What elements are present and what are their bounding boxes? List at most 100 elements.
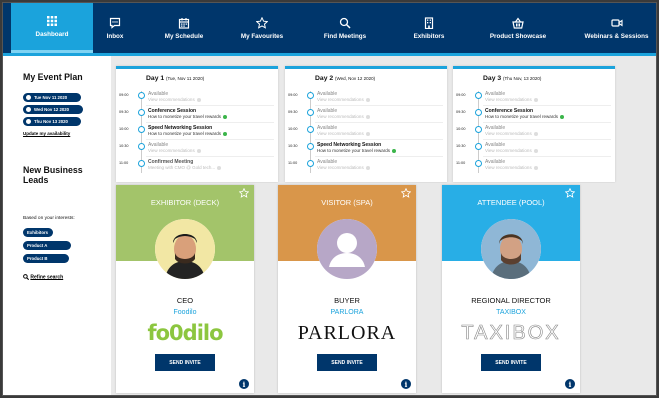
slot-subtitle[interactable]: View recommendations	[485, 131, 538, 136]
slot-subtitle[interactable]: View recommendations	[317, 131, 370, 136]
time-slot[interactable]: 10:00 Available View recommendations	[285, 125, 447, 141]
lead-type: VISITOR (SPA)	[321, 198, 373, 207]
tag-product-b[interactable]: Product B	[23, 254, 69, 263]
lead-company[interactable]: Foodilo	[116, 309, 254, 316]
send-invite-button[interactable]: SEND INVITE	[317, 354, 377, 371]
timeline-node	[307, 160, 314, 167]
nav-item-product-showcase[interactable]: Product Showcase	[461, 3, 575, 53]
nav-item-dashboard[interactable]: Dashboard	[11, 3, 93, 53]
time-slot[interactable]: 09:30 Conference Session How to monetize y…	[116, 108, 278, 124]
send-invite-button[interactable]: SEND INVITE	[155, 354, 215, 371]
time-slot[interactable]: 09:00 Available View recommendations	[453, 91, 615, 107]
lead-company[interactable]: PARLORA	[278, 309, 416, 316]
nav-item-label: Product Showcase	[489, 32, 547, 40]
favourite-star-icon[interactable]	[239, 188, 249, 198]
slot-subtitle[interactable]: View recommendations	[148, 148, 201, 153]
slot-subtitle[interactable]: View recommendations	[485, 148, 538, 153]
date-pill-wed[interactable]: Wed Nov 12 2020	[23, 105, 83, 114]
timeline-node	[475, 160, 482, 167]
slot-time: 10:30	[288, 144, 298, 148]
slot-subtitle[interactable]: View recommendations	[317, 97, 370, 102]
send-invite-button[interactable]: SEND INVITE	[481, 354, 541, 371]
time-slot[interactable]: 10:00 Available View recommendations	[453, 125, 615, 141]
nav-item-my-schedule[interactable]: My Schedule	[137, 3, 231, 53]
slot-divider	[483, 122, 611, 123]
avatar	[481, 219, 541, 279]
slot-time: 10:30	[119, 144, 129, 148]
time-slot[interactable]: 09:30 Available View recommendations	[285, 108, 447, 124]
slot-subtitle[interactable]: View recommendations	[148, 97, 201, 102]
time-slot[interactable]: 09:30 Conference Session How to monetize y…	[453, 108, 615, 124]
day-date: (Thu Nov, 13 2020)	[502, 76, 542, 81]
chat-icon	[109, 17, 121, 29]
slot-subtitle[interactable]: View recommendations	[317, 165, 370, 170]
arrow-circle-icon	[533, 131, 538, 136]
slot-subtitle: How to monetize your travel rewards	[485, 114, 565, 119]
tag-product-a[interactable]: Product A	[23, 241, 71, 250]
slot-time: 09:00	[288, 93, 298, 97]
time-slot[interactable]: 11:00 Confirmed Meeting Meeting with CMO @…	[116, 159, 278, 175]
grid-icon	[46, 15, 58, 27]
day-label: Day 3	[483, 75, 502, 82]
search-icon	[23, 274, 30, 281]
tag-exhibitors[interactable]: Exhibitors	[23, 228, 53, 237]
timeline-node	[307, 143, 314, 150]
slot-time: 10:00	[119, 127, 129, 131]
arrow-circle-icon	[533, 165, 538, 170]
time-slot[interactable]: 11:00 Available View recommendations	[453, 159, 615, 175]
info-icon[interactable]: i	[239, 379, 249, 389]
update-availability-link[interactable]: Update my availability	[23, 131, 70, 136]
company-logo: PARLORA	[297, 321, 397, 344]
slot-subtitle: How to monetize your travel rewards	[148, 131, 228, 136]
favourite-star-icon[interactable]	[565, 188, 575, 198]
slot-time: 09:00	[456, 93, 466, 97]
nav-item-webinars-sessions[interactable]: Webinars & Sessions	[575, 3, 656, 53]
slot-subtitle[interactable]: View recommendations	[485, 165, 538, 170]
nav-item-inbox[interactable]: Inbox	[93, 3, 137, 53]
nav-item-find-meetings[interactable]: Find Meetings	[293, 3, 397, 53]
arrow-circle-icon	[365, 97, 370, 102]
time-slot[interactable]: 10:30 Available View recommendations	[453, 142, 615, 158]
time-slot[interactable]: 11:00 Available View recommendations	[285, 159, 447, 175]
nav-item-exhibitors[interactable]: Exhibitors	[397, 3, 461, 53]
arrow-circle-icon	[533, 148, 538, 153]
nav-item-label: Find Meetings	[323, 32, 367, 40]
radio-icon	[26, 119, 31, 124]
day-card-1: Day 1 (Tue, Nov 11 2020) 09:00 Available Vi…	[116, 66, 278, 182]
date-pill-thu[interactable]: Thu Nov 13 2020	[23, 117, 81, 126]
slot-subtitle[interactable]: View recommendations	[317, 114, 370, 119]
radio-icon	[26, 107, 31, 112]
info-icon[interactable]: i	[401, 379, 411, 389]
refine-search-link[interactable]: Refine search	[23, 274, 63, 280]
arrow-circle-icon	[365, 131, 370, 136]
company-logo: fo0dilo	[147, 321, 223, 345]
timeline-node	[475, 109, 482, 116]
slot-subtitle[interactable]: Meeting with CMO @ Gold tech...	[148, 165, 222, 170]
nav-item-my-favourites[interactable]: My Favourites	[231, 3, 293, 53]
slot-time: 11:00	[288, 161, 298, 165]
time-slot[interactable]: 10:30 Speed Networking Session How to mone…	[285, 142, 447, 158]
day-header: Day 1 (Tue, Nov 11 2020)	[146, 75, 204, 82]
time-slot[interactable]: 10:30 Available View recommendations	[116, 142, 278, 158]
time-slot[interactable]: 10:00 Speed Networking Session How to mone…	[116, 125, 278, 141]
lead-type: EXHIBITOR (DECK)	[150, 198, 220, 207]
lead-card: VISITOR (SPA) BUYER PARLORA PARLORA SEND INV…	[278, 185, 416, 393]
favourite-star-icon[interactable]	[401, 188, 411, 198]
lead-role: BUYER	[334, 296, 360, 305]
lead-card: ATTENDEE (POOL) REGIONAL DIRECTOR TAXIBOX T…	[442, 185, 580, 393]
arrow-circle-icon	[223, 131, 228, 136]
arrow-circle-icon	[223, 114, 228, 119]
time-slot[interactable]: 09:00 Available View recommendations	[116, 91, 278, 107]
arrow-circle-icon	[533, 97, 538, 102]
slot-subtitle[interactable]: View recommendations	[485, 97, 538, 102]
nav-item-label: Dashboard	[35, 31, 69, 38]
arrow-circle-icon	[196, 97, 201, 102]
arrow-circle-icon	[392, 148, 397, 153]
slot-divider	[483, 139, 611, 140]
nav-item-label: My Favourites	[240, 32, 284, 40]
timeline-node	[138, 109, 145, 116]
date-pill-tue[interactable]: Tue Nov 11 2020	[23, 93, 81, 102]
lead-company[interactable]: TAXIBOX	[442, 309, 580, 316]
info-icon[interactable]: i	[565, 379, 575, 389]
time-slot[interactable]: 09:00 Available View recommendations	[285, 91, 447, 107]
